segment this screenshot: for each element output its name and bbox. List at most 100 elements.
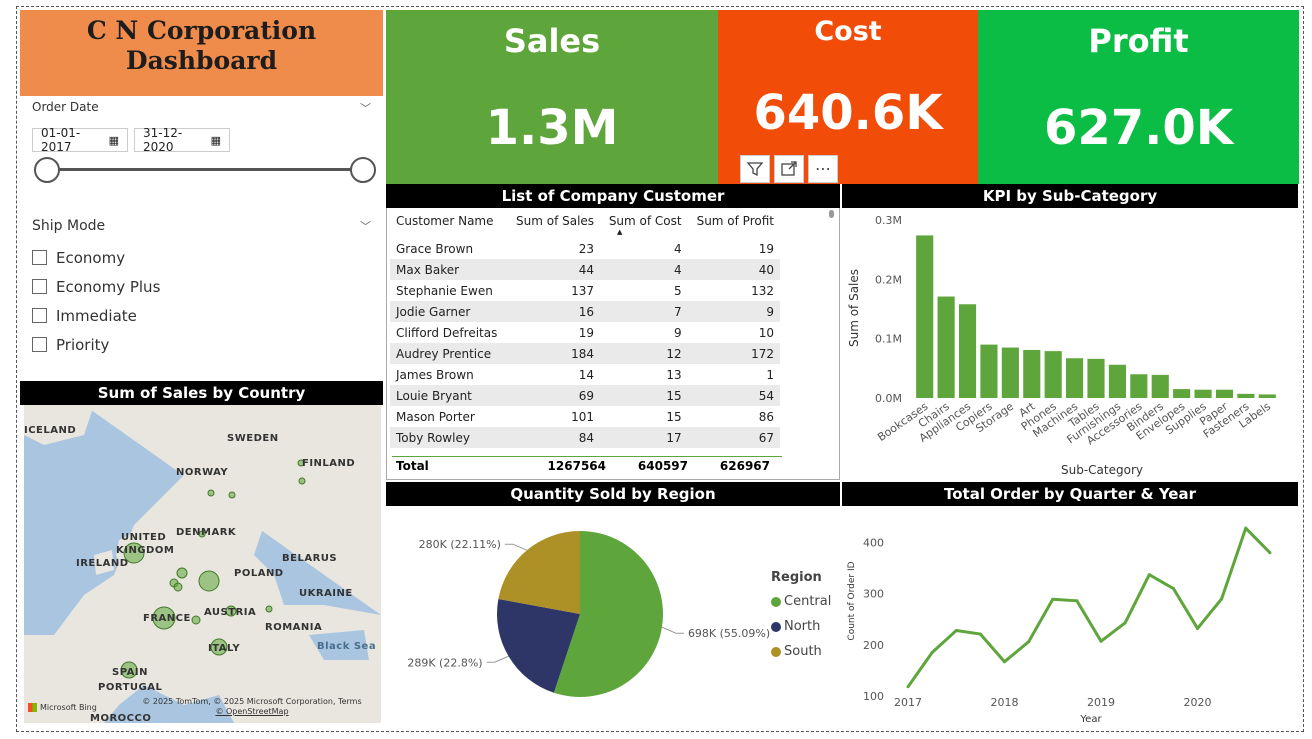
col-sum-of-sales[interactable]: Sum of Sales	[507, 208, 600, 238]
bar-chart[interactable]: 0.0M0.1M0.2M0.3MBookcasesChairsAppliance…	[842, 208, 1298, 480]
bar[interactable]	[937, 296, 955, 398]
calendar-icon[interactable]: ▦	[109, 134, 119, 147]
bar[interactable]	[1130, 374, 1148, 398]
table-scrollbar[interactable]	[829, 210, 834, 218]
y-tick-label: 0.0M	[875, 392, 902, 405]
checkbox[interactable]	[32, 250, 47, 265]
slider-start-handle[interactable]	[34, 157, 60, 183]
chevron-down-icon[interactable]: ﹀	[360, 100, 371, 116]
bar[interactable]	[1258, 394, 1276, 398]
bar[interactable]	[1215, 389, 1234, 398]
x-tick-label: 2019	[1087, 696, 1115, 709]
line-point[interactable]	[1075, 599, 1079, 603]
map-label: BELARUS	[282, 553, 338, 564]
sales-card[interactable]: Sales 1.3M	[386, 10, 718, 184]
table-total-row: Total 1267564 640597 626967	[396, 459, 782, 473]
bar[interactable]	[980, 344, 998, 398]
ship-mode-option[interactable]: Priority	[32, 330, 377, 359]
line-point[interactable]	[1268, 551, 1272, 555]
line-point[interactable]	[1244, 526, 1248, 530]
end-date-input[interactable]: 31-12-2020 ▦	[134, 126, 230, 154]
order-date-title: Order Date	[32, 100, 99, 114]
line-point[interactable]	[1099, 639, 1103, 643]
checkbox[interactable]	[32, 279, 47, 294]
table-cell: 19	[578, 325, 595, 340]
checkbox[interactable]	[32, 337, 47, 352]
col-sum-of-profit[interactable]: Sum of Profit	[688, 208, 780, 238]
order-count-line[interactable]	[906, 526, 1271, 688]
checkbox[interactable]	[32, 308, 47, 323]
y-tick-label: 200	[863, 639, 884, 652]
line-point[interactable]	[1220, 597, 1224, 601]
legend-item[interactable]: South	[771, 639, 831, 664]
table-cell: Clifford Defreitas	[396, 325, 498, 340]
ship-mode-option[interactable]: Immediate	[32, 301, 377, 330]
calendar-icon[interactable]: ▦	[211, 134, 221, 147]
line-point[interactable]	[1171, 587, 1175, 591]
bar[interactable]	[1237, 393, 1255, 398]
line-point[interactable]	[978, 632, 982, 636]
table-header-row: Customer Name Sum of Sales Sum of Cost S…	[390, 208, 780, 238]
map-label: KINGDOM	[116, 545, 175, 556]
date-range-slider-track[interactable]	[45, 168, 365, 171]
legend-item[interactable]: North	[771, 614, 831, 639]
focus-mode-icon[interactable]	[774, 155, 804, 183]
line-point[interactable]	[1147, 573, 1151, 577]
table-row[interactable]: Jodie Garner 16 7 9	[390, 301, 780, 322]
table-row[interactable]: James Brown 14 13 1	[390, 364, 780, 385]
map-label: POLAND	[234, 568, 284, 579]
bar[interactable]	[1151, 374, 1169, 398]
osm-link[interactable]: © OpenStreetMap	[215, 707, 288, 716]
table-row[interactable]: Stephanie Ewen 137 5 132	[390, 280, 780, 301]
bar-chart-title: KPI by Sub-Category	[842, 184, 1298, 208]
table-row[interactable]: Grace Brown 23 4 19	[390, 238, 780, 259]
line-point[interactable]	[1003, 660, 1007, 664]
col-sum-of-cost[interactable]: Sum of Cost	[600, 208, 688, 238]
profit-card[interactable]: Profit 627.0K	[978, 10, 1299, 184]
map-label: ROMANIA	[265, 622, 323, 633]
pie-data-label: 289K (22.8%)	[407, 656, 482, 669]
line-point[interactable]	[1027, 640, 1031, 644]
bar[interactable]	[1087, 358, 1105, 398]
table-row[interactable]: Louie Bryant 69 15 54	[390, 385, 780, 406]
slider-end-handle[interactable]	[350, 157, 376, 183]
line-chart[interactable]: 100 200 300 400 2017 2018 2019 2020 Count of Ord…	[842, 506, 1298, 726]
y-axis-label: Sum of Sales	[847, 269, 861, 347]
line-point[interactable]	[906, 685, 910, 689]
line-point[interactable]	[1123, 621, 1127, 625]
bar[interactable]	[1108, 364, 1126, 398]
chevron-down-icon[interactable]: ﹀	[360, 218, 371, 234]
table-cell: Max Baker	[390, 259, 508, 280]
bar[interactable]	[1044, 351, 1062, 398]
bar[interactable]	[916, 235, 934, 398]
line-point[interactable]	[954, 628, 958, 632]
bar[interactable]	[958, 304, 977, 398]
ship-mode-option[interactable]: Economy	[32, 243, 377, 272]
line-point[interactable]	[1051, 597, 1055, 601]
start-date-input[interactable]: 01-01-2017 ▦	[32, 126, 128, 154]
table-row[interactable]: Toby Rowley 84 17 67	[390, 427, 780, 448]
legend-item[interactable]: Central	[771, 589, 831, 614]
table-row[interactable]: Mason Porter 101 15 86	[390, 406, 780, 427]
table-cell: 23	[578, 241, 595, 256]
bar[interactable]	[1023, 349, 1041, 398]
table-cell: 172	[687, 343, 780, 364]
col-customer-name[interactable]: Customer Name	[390, 208, 507, 238]
table-row[interactable]: Audrey Prentice 184 12 172	[390, 343, 780, 364]
visual-toolbar: ⋯	[740, 155, 838, 183]
table-cell: 19	[758, 241, 774, 256]
bar[interactable]	[1194, 389, 1212, 398]
ship-mode-option[interactable]: Economy Plus	[32, 272, 377, 301]
filter-icon[interactable]	[740, 155, 770, 183]
map-label: FINLAND	[302, 458, 356, 469]
bar[interactable]	[1173, 389, 1191, 398]
table-row[interactable]: Clifford Defreitas 19 9 10	[390, 322, 780, 343]
line-point[interactable]	[1196, 626, 1200, 630]
line-point[interactable]	[930, 651, 934, 654]
sales-map[interactable]: ICELAND SWEDEN FINLAND NORWAY UNITED KINGDOM D…	[24, 405, 381, 723]
more-options-icon[interactable]: ⋯	[808, 155, 838, 183]
bar[interactable]	[1066, 358, 1084, 398]
bar[interactable]	[1001, 347, 1019, 398]
table-row[interactable]: Max Baker 44 4 40	[390, 259, 780, 280]
ship-mode-label: Economy	[56, 248, 126, 267]
